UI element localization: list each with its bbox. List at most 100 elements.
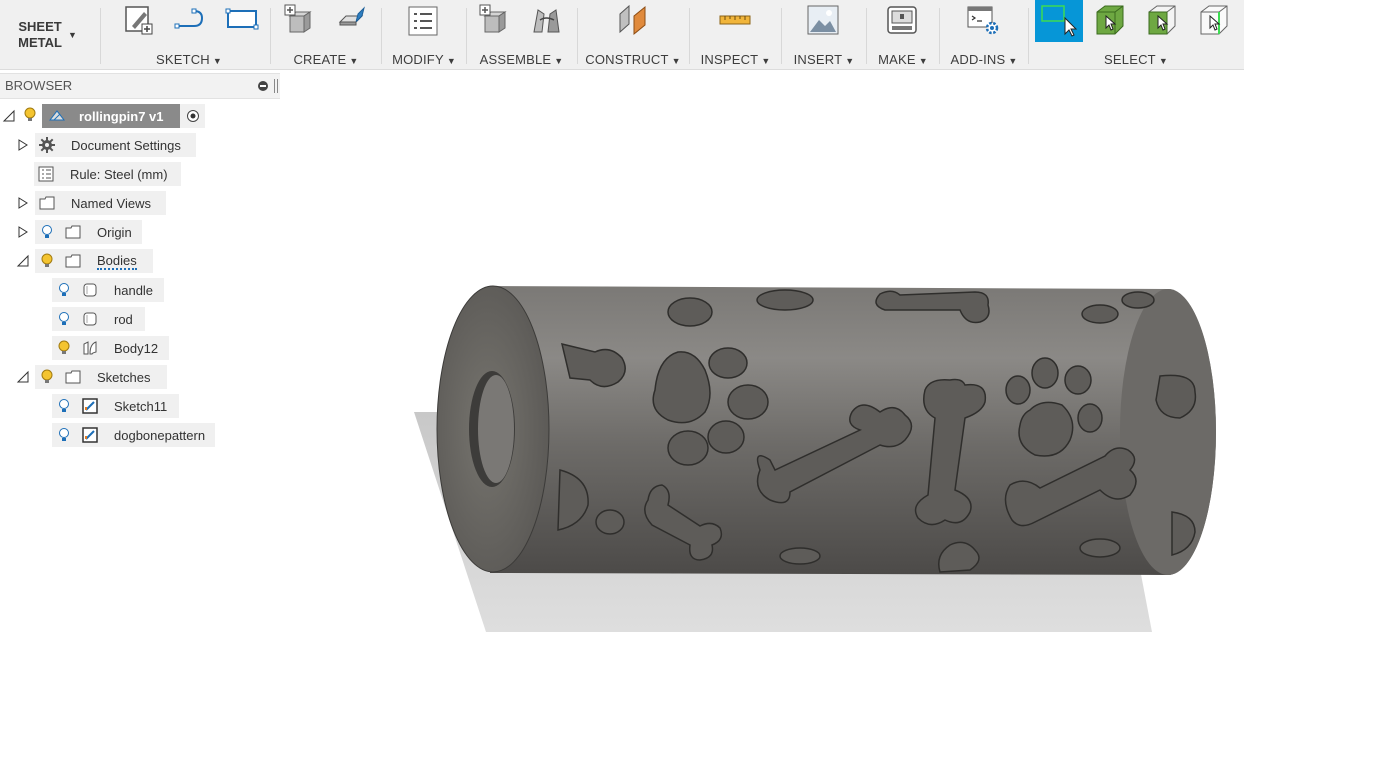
browser-item-named-views[interactable]: Named Views bbox=[35, 191, 166, 215]
group-label-construct[interactable]: CONSTRUCT ▼ bbox=[581, 52, 685, 67]
group-label-add-ins[interactable]: ADD-INS ▼ bbox=[943, 52, 1025, 67]
component-icon bbox=[48, 110, 66, 121]
rectangle-tool-icon[interactable] bbox=[224, 2, 260, 40]
folder-icon bbox=[65, 254, 81, 268]
line-tool-icon[interactable] bbox=[172, 2, 208, 40]
rolling-pin-model[interactable] bbox=[0, 69, 1374, 773]
rule-table-icon bbox=[38, 166, 54, 182]
collapse-browser-button[interactable] bbox=[258, 81, 268, 91]
divider bbox=[939, 8, 940, 64]
divider bbox=[100, 8, 101, 64]
expand-triangle-icon[interactable] bbox=[16, 138, 30, 152]
expand-triangle-icon[interactable] bbox=[2, 109, 16, 123]
flange-icon[interactable] bbox=[334, 2, 370, 40]
select-body-icon[interactable] bbox=[1092, 2, 1128, 40]
group-label-sketch[interactable]: SKETCH ▼ bbox=[108, 52, 270, 67]
visibility-bulb-icon[interactable] bbox=[57, 311, 71, 327]
group-label-inspect[interactable]: INSPECT ▼ bbox=[693, 52, 778, 67]
browser-item-origin[interactable]: Origin bbox=[35, 220, 142, 244]
chevron-down-icon: ▼ bbox=[67, 29, 77, 40]
offset-plane-icon[interactable] bbox=[615, 2, 651, 40]
gear-icon bbox=[39, 137, 55, 153]
new-component-icon[interactable] bbox=[477, 2, 513, 40]
workspace-label-line2: METAL bbox=[18, 34, 62, 50]
browser-item-rod[interactable]: rod bbox=[52, 307, 145, 331]
browser-item-dogbonepattern[interactable]: dogbonepattern bbox=[52, 423, 215, 447]
activate-component-radio[interactable] bbox=[180, 104, 205, 128]
group-label-create[interactable]: CREATE ▼ bbox=[274, 52, 378, 67]
workspace-switcher[interactable]: SHEET METAL ▼ bbox=[0, 0, 95, 69]
divider bbox=[270, 8, 271, 64]
visibility-bulb-icon[interactable] bbox=[57, 340, 71, 356]
visibility-bulb-icon[interactable] bbox=[57, 282, 71, 298]
group-construct: CONSTRUCT ▼ bbox=[581, 0, 685, 69]
browser-item-bodies[interactable]: Bodies bbox=[35, 249, 153, 273]
group-modify: MODIFY ▼ bbox=[385, 0, 463, 69]
group-label-select[interactable]: SELECT ▼ bbox=[1032, 52, 1240, 67]
expand-triangle-icon[interactable] bbox=[16, 196, 30, 210]
group-label-modify[interactable]: MODIFY ▼ bbox=[385, 52, 463, 67]
expand-triangle-icon[interactable] bbox=[16, 225, 30, 239]
group-sketch: SKETCH ▼ bbox=[108, 0, 270, 69]
divider bbox=[577, 8, 578, 64]
browser-item-handle[interactable]: handle bbox=[52, 278, 164, 302]
bore-inner bbox=[478, 375, 514, 483]
far-end bbox=[1120, 289, 1216, 575]
group-add-ins: ADD-INS ▼ bbox=[943, 0, 1025, 69]
divider bbox=[1028, 8, 1029, 64]
group-label-make[interactable]: MAKE ▼ bbox=[870, 52, 936, 67]
browser-item-sketches[interactable]: Sketches bbox=[35, 365, 167, 389]
visibility-bulb-icon[interactable] bbox=[57, 398, 71, 414]
workspace-label-line1: SHEET bbox=[18, 18, 62, 34]
window-select-icon[interactable] bbox=[1035, 0, 1083, 42]
collapse-triangle-icon[interactable] bbox=[16, 254, 30, 268]
select-face-icon[interactable] bbox=[1144, 2, 1180, 40]
visibility-bulb-icon[interactable] bbox=[23, 107, 37, 123]
divider bbox=[466, 8, 467, 64]
create-sketch-icon[interactable] bbox=[120, 2, 156, 40]
joint-icon[interactable] bbox=[528, 2, 564, 40]
divider bbox=[866, 8, 867, 64]
visibility-bulb-icon[interactable] bbox=[57, 427, 71, 443]
measure-icon[interactable] bbox=[717, 2, 753, 40]
modify-parameters-icon[interactable] bbox=[405, 2, 441, 40]
root-label: rollingpin7 v1 bbox=[79, 108, 164, 124]
collapse-triangle-icon[interactable] bbox=[16, 370, 30, 384]
toolbar: SHEET METAL ▼ SKETCH ▼ CREATE ▼ MODIFY ▼… bbox=[0, 0, 1244, 70]
browser-panel-header: BROWSER bbox=[0, 73, 280, 99]
pin-browser-button[interactable] bbox=[274, 79, 278, 93]
visibility-bulb-icon[interactable] bbox=[40, 224, 54, 240]
visibility-bulb-icon[interactable] bbox=[40, 369, 54, 385]
divider bbox=[781, 8, 782, 64]
browser-item-rule[interactable]: Rule: Steel (mm) bbox=[34, 162, 181, 186]
folder-icon bbox=[39, 196, 55, 210]
group-inspect: INSPECT ▼ bbox=[693, 0, 778, 69]
new-component-icon[interactable] bbox=[282, 2, 318, 40]
group-label-insert[interactable]: INSERT ▼ bbox=[785, 52, 863, 67]
browser-item-body12[interactable]: Body12 bbox=[52, 336, 169, 360]
group-make: MAKE ▼ bbox=[870, 0, 936, 69]
3d-print-icon[interactable] bbox=[884, 2, 920, 40]
sheetmetal-body-icon bbox=[83, 341, 97, 355]
body-icon bbox=[83, 283, 97, 297]
group-assemble: ASSEMBLE ▼ bbox=[470, 0, 573, 69]
sketch-icon bbox=[82, 427, 98, 443]
body-icon bbox=[83, 312, 97, 326]
radio-icon bbox=[187, 110, 199, 122]
folder-icon bbox=[65, 370, 81, 384]
divider bbox=[381, 8, 382, 64]
scripts-addins-icon[interactable] bbox=[965, 2, 1001, 40]
canvas-viewport[interactable] bbox=[0, 69, 1374, 773]
browser-item-document-settings[interactable]: Document Settings bbox=[35, 133, 196, 157]
sketch-icon bbox=[82, 398, 98, 414]
browser-title: BROWSER bbox=[5, 78, 73, 93]
divider bbox=[689, 8, 690, 64]
select-edge-icon[interactable] bbox=[1196, 2, 1232, 40]
visibility-bulb-icon[interactable] bbox=[40, 253, 54, 269]
cylinder-body bbox=[490, 286, 1216, 575]
browser-root-node[interactable]: rollingpin7 v1 bbox=[42, 104, 180, 128]
group-insert: INSERT ▼ bbox=[785, 0, 863, 69]
insert-image-icon[interactable] bbox=[805, 2, 841, 40]
group-label-assemble[interactable]: ASSEMBLE ▼ bbox=[470, 52, 573, 67]
browser-item-sketch11[interactable]: Sketch11 bbox=[52, 394, 179, 418]
